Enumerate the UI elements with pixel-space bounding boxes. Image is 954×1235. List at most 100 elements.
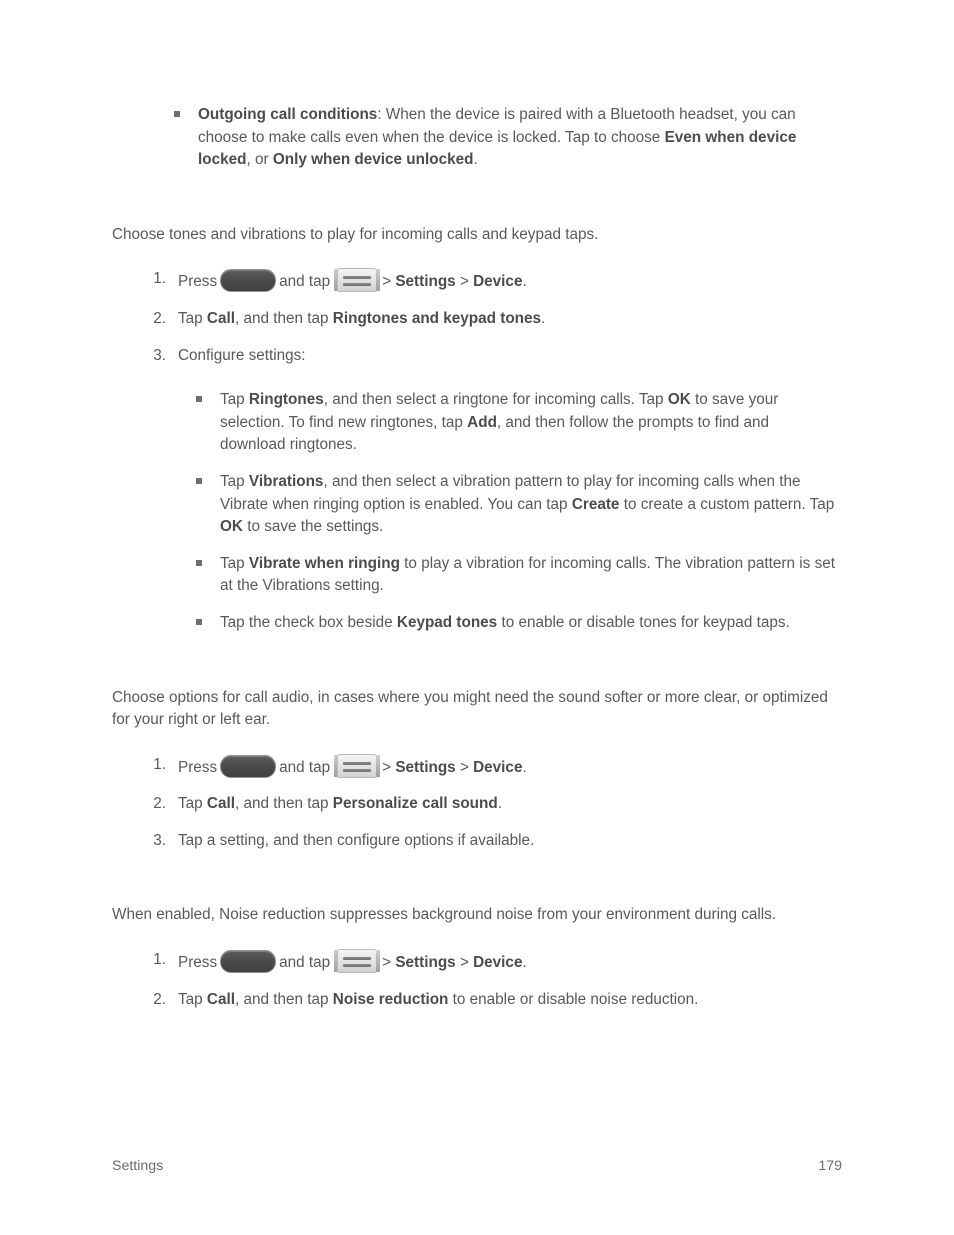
body-text: .: [473, 151, 478, 169]
menu-icon-bar: [343, 283, 372, 287]
body-text: , and then select a ringtone for incomin…: [323, 391, 668, 409]
list-item-step-1: 1. Press and tap > Settings > Device.: [142, 268, 838, 294]
home-button-icon: [220, 269, 277, 293]
home-button-icon: [220, 950, 277, 974]
step-text: , and then tap: [234, 795, 333, 813]
ringtones-steps-list: 1. Press and tap > Settings > Device. 2. Tap…: [142, 268, 838, 367]
list-item: Tap Vibrate when ringing to play a vibra…: [190, 553, 838, 598]
bold-term: Keypad tones: [396, 613, 498, 631]
bold-term: Vibrations: [248, 472, 324, 490]
step-text: .: [522, 758, 527, 776]
list-item-step-2: 2. Tap Call, and then tap Personalize cal…: [142, 793, 838, 816]
menu-icon-right-edge: [376, 269, 381, 292]
body-text: to save the settings.: [242, 518, 384, 536]
step-text: Tap: [178, 309, 207, 327]
list-item: Outgoing call conditions: When the devic…: [168, 104, 838, 172]
call-audio-intro-paragraph: Choose options for call audio, in cases …: [112, 688, 828, 729]
menu-icon-body: [337, 753, 378, 778]
bold-term: OK: [220, 518, 243, 536]
body-text: to create a custom pattern. Tap: [619, 495, 835, 513]
step-text: , and then tap: [234, 990, 333, 1008]
step-text: .: [522, 273, 527, 291]
square-bullet-icon: [174, 111, 180, 117]
step-text: .: [497, 795, 502, 813]
menu-icon-bar: [343, 761, 372, 765]
menu-icon-right-edge: [376, 754, 381, 777]
page-number: 179: [818, 1158, 842, 1174]
noise-reduction-intro-paragraph: When enabled, Noise reduction suppresses…: [112, 906, 777, 924]
step-text: Tap a setting, and then configure option…: [178, 831, 535, 849]
bold-term: Call: [206, 795, 235, 813]
call-audio-steps-list: 1. Press and tap > Settings > Device. 2. Tap…: [142, 753, 838, 853]
bold-term: Personalize call sound: [332, 795, 498, 813]
list-item: Tap Vibrations, and then select a vibrat…: [190, 471, 838, 539]
bold-term: Ringtones and keypad tones: [332, 309, 542, 327]
breadcrumb-separator: >: [459, 273, 469, 291]
body-text: Tap the check box beside: [220, 613, 397, 631]
step-text: and tap: [279, 758, 331, 776]
breadcrumb-separator: >: [382, 954, 392, 972]
bold-term: Outgoing call conditions: [198, 106, 378, 123]
document-page: Outgoing call conditions: When the devic…: [0, 0, 954, 1235]
step-text: Configure settings:: [178, 346, 306, 364]
menu-icon-bar: [343, 957, 372, 961]
bold-term: Device: [473, 273, 523, 291]
footer-section-label: Settings: [112, 1158, 164, 1174]
square-bullet-icon: [196, 618, 202, 625]
menu-icon-body: [337, 268, 378, 293]
breadcrumb-separator: >: [382, 758, 392, 776]
step-text: Press: [178, 954, 218, 972]
bold-term: Noise reduction: [332, 990, 449, 1008]
step-text: Press: [178, 273, 218, 291]
bold-term: Add: [467, 413, 497, 431]
step-text: , and then tap: [234, 309, 333, 327]
outgoing-call-conditions-list: Outgoing call conditions: When the devic…: [168, 104, 838, 172]
step-number: 1.: [153, 755, 166, 773]
bold-term: Vibrate when ringing: [248, 554, 400, 572]
bold-term: Create: [571, 495, 620, 513]
list-item-step-3: 3. Configure settings:: [142, 345, 838, 368]
body-text: to enable or disable tones for keypad ta…: [497, 613, 790, 631]
breadcrumb-separator: >: [459, 758, 469, 776]
step-text: and tap: [279, 954, 331, 972]
list-item: Tap Ringtones, and then select a rington…: [190, 389, 838, 457]
list-item-step-2: 2. Tap Call, and then tap Ringtones and k…: [142, 308, 838, 331]
menu-icon: [334, 753, 381, 779]
bold-term: Settings: [395, 758, 456, 776]
body-text: , or: [246, 151, 273, 169]
step-text: and tap: [279, 273, 331, 291]
body-text: Tap: [220, 391, 249, 409]
step-number: 3.: [153, 346, 166, 364]
list-item-step-3: 3. Tap a setting, and then configure opti…: [142, 830, 838, 853]
page-content: Outgoing call conditions: When the devic…: [112, 104, 838, 1011]
step-text: Tap: [178, 795, 207, 813]
square-bullet-icon: [196, 396, 202, 403]
menu-icon-bar: [343, 276, 372, 280]
page-footer: Settings 179: [112, 1158, 842, 1174]
bold-term: Settings: [395, 954, 456, 972]
step-number: 1.: [153, 951, 166, 969]
square-bullet-icon: [196, 559, 202, 566]
step-text: .: [541, 309, 546, 327]
body-text: Tap: [220, 472, 249, 490]
step-number: 1.: [153, 270, 166, 288]
bold-term: Settings: [395, 273, 456, 291]
bold-term: Only when device unlocked: [272, 151, 474, 169]
body-text: Tap: [220, 554, 249, 572]
list-item-step-1: 1. Press and tap > Settings > Device.: [142, 949, 838, 975]
menu-icon-right-edge: [376, 950, 381, 973]
step-text: to enable or disable noise reduction.: [448, 990, 699, 1008]
